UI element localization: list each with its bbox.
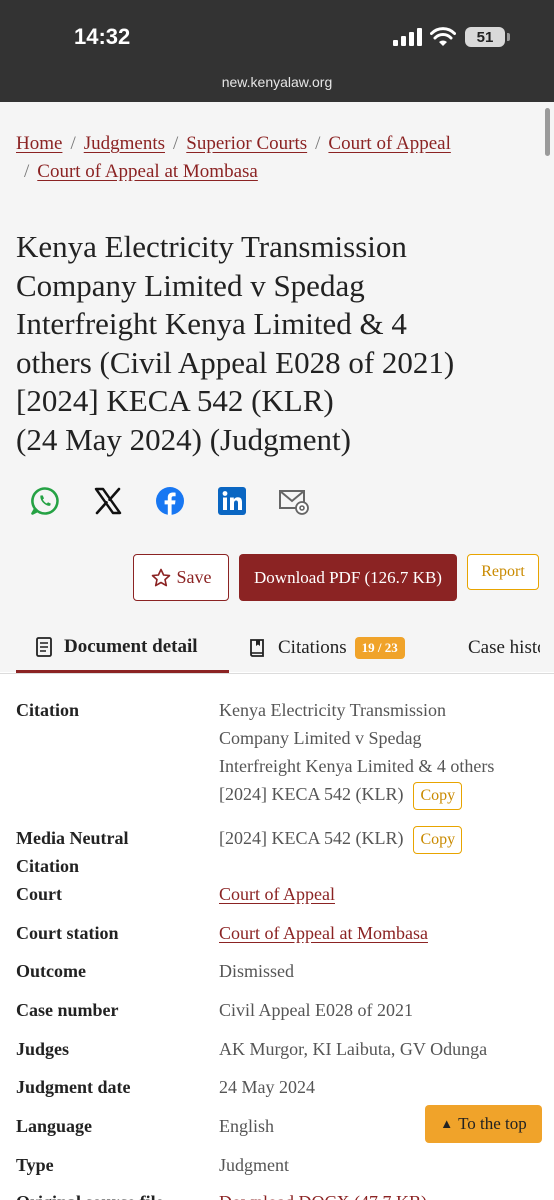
address-bar[interactable]: new.kenyalaw.org [0,74,554,90]
citations-count-badge: 19 / 23 [354,637,405,659]
document-icon [36,637,52,657]
download-pdf-button[interactable]: Download PDF (126.7 KB) [239,554,457,601]
download-docx-link[interactable]: Download DOCX (47.7 KB) [219,1192,427,1200]
x-icon[interactable] [91,484,125,518]
tab-case-history[interactable]: Case history [468,624,540,672]
copy-citation-button[interactable]: Copy [413,781,463,810]
copy-media-neutral-citation-button[interactable]: Copy [413,825,463,854]
court-link[interactable]: Court of Appeal [219,884,335,904]
breadcrumb-court-of-appeal-mombasa[interactable]: Court of Appeal at Mombasa [37,161,258,182]
email-icon[interactable] [277,484,311,518]
breadcrumb-superior-courts[interactable]: Superior Courts [186,133,307,154]
signal-icon [393,28,422,46]
page-title: Kenya Electricity Transmission Company L… [16,229,455,457]
breadcrumb-judgments[interactable]: Judgments [84,133,165,154]
scrollbar[interactable] [545,108,550,156]
book-icon [250,639,264,657]
breadcrumb-court-of-appeal[interactable]: Court of Appeal [328,133,450,154]
tab-document-detail[interactable]: Document detail [16,624,229,673]
to-the-top-button[interactable]: ▲ To the top [425,1105,542,1143]
up-arrow-icon: ▲ [440,1116,454,1131]
save-button[interactable]: Save [133,554,229,601]
document-tabs: Document detail Citations 19 / 23 Case h… [0,624,554,674]
court-station-link[interactable]: Court of Appeal at Mombasa [219,923,428,943]
linkedin-icon[interactable] [215,484,249,518]
battery-icon: 51 [465,27,510,47]
browser-chrome: 14:32 51 new.kenyalaw.org [0,0,554,102]
wifi-icon [430,27,456,46]
star-icon [151,568,170,586]
tab-citations[interactable]: Citations 19 / 23 [248,624,405,672]
status-time: 14:32 [74,24,131,49]
whatsapp-icon[interactable] [28,484,62,518]
breadcrumb-home[interactable]: Home [16,133,62,154]
facebook-icon[interactable] [153,484,187,518]
breadcrumb: Home / Judgments / Superior Courts / Court of … [16,133,451,182]
report-button[interactable]: Report [467,554,539,590]
